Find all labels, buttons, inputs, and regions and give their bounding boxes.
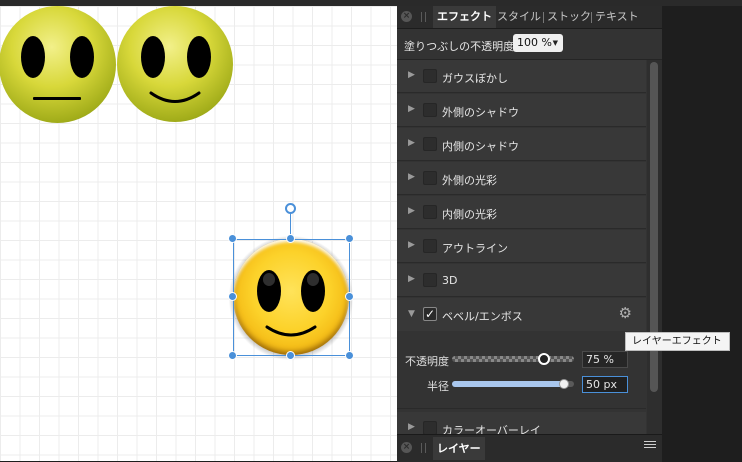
tab-effects[interactable]: エフェクト [433, 6, 496, 28]
resize-handle-top-left[interactable] [228, 234, 237, 243]
left-eye-shape [21, 36, 45, 78]
effect-row-gaussian-blur[interactable]: ▶ ガウスぼかし [397, 60, 646, 93]
fill-opacity-label: 塗りつぶしの不透明度: [404, 40, 518, 53]
fill-opacity-dropdown[interactable]: 100 % ▼ [513, 34, 563, 52]
effect-checkbox[interactable] [423, 69, 437, 83]
bevel-opacity-input[interactable]: 75 % [582, 351, 628, 368]
effect-label: ベベル/エンボス [442, 310, 523, 323]
tab-layers[interactable]: レイヤー [433, 437, 485, 460]
effect-label: ガウスぼかし [442, 72, 508, 85]
bevel-opacity-value: 75 % [586, 353, 614, 366]
close-icon[interactable]: × [401, 11, 412, 22]
bevel-radius-knob[interactable] [559, 379, 570, 389]
resize-handle-left[interactable] [228, 292, 237, 301]
effect-checkbox[interactable] [423, 421, 437, 434]
selection-bounding-box [233, 239, 350, 356]
gear-icon[interactable]: ⚙ [619, 304, 632, 322]
bevel-radius-input[interactable]: 50 px [582, 376, 628, 393]
right-dark-area [662, 6, 742, 461]
resize-handle-top-right[interactable] [345, 234, 354, 243]
resize-handle-right[interactable] [345, 292, 354, 301]
disclosure-triangle-icon[interactable]: ▶ [408, 422, 415, 432]
disclosure-triangle-icon[interactable]: ▶ [408, 138, 415, 148]
effect-row-inner-glow[interactable]: ▶ 内側の光彩 [397, 196, 646, 229]
panel-menu-icon[interactable] [644, 441, 656, 451]
mouth-line-shape [33, 97, 81, 100]
tab-text[interactable]: テキスト [591, 6, 643, 28]
tooltip: レイヤーエフェクト [625, 332, 730, 351]
neutral-face-object[interactable] [0, 6, 116, 123]
smile-face-object[interactable] [117, 6, 233, 122]
mouth-smile-shape [149, 91, 201, 103]
bevel-radius-value: 50 px [586, 378, 617, 391]
effects-panel: × エフェクト スタイル ストック テキスト 塗りつぶしの不透明度: 100 %… [397, 6, 662, 462]
disclosure-triangle-icon[interactable]: ▶ [408, 206, 415, 216]
effect-row-inner-shadow[interactable]: ▶ 内側のシャドウ [397, 128, 646, 161]
resize-handle-bottom-right[interactable] [345, 351, 354, 360]
effect-checkbox[interactable] [423, 103, 437, 117]
effect-checkbox[interactable]: ✓ [423, 307, 437, 321]
bevel-radius-slider[interactable] [452, 381, 574, 387]
bevel-opacity-label: 不透明度 [405, 355, 449, 368]
effect-label: カラーオーバーレイ [442, 424, 541, 434]
effect-row-outline[interactable]: ▶ アウトライン [397, 230, 646, 263]
panel-tab-bar: × エフェクト スタイル ストック テキスト [397, 6, 662, 29]
effect-checkbox[interactable] [423, 137, 437, 151]
effect-checkbox[interactable] [423, 205, 437, 219]
effect-row-outer-shadow[interactable]: ▶ 外側のシャドウ [397, 94, 646, 127]
grip-icon[interactable] [421, 12, 426, 22]
fill-opacity-value: 100 % [517, 36, 552, 49]
tab-stock[interactable]: ストック [543, 6, 595, 28]
resize-handle-top[interactable] [286, 234, 295, 243]
right-eye-shape [70, 36, 94, 78]
tab-styles[interactable]: スタイル [493, 6, 545, 28]
document-canvas[interactable] [0, 6, 397, 461]
bevel-opacity-fill [452, 356, 574, 362]
effect-label: アウトライン [442, 242, 508, 255]
effect-checkbox[interactable] [423, 273, 437, 287]
effects-scrollbar[interactable] [647, 60, 662, 434]
effect-checkbox[interactable] [423, 239, 437, 253]
grip-icon[interactable] [421, 443, 426, 453]
resize-handle-bottom-left[interactable] [228, 351, 237, 360]
disclosure-triangle-icon[interactable]: ▶ [408, 240, 415, 250]
effect-label: 外側の光彩 [442, 174, 497, 187]
bevel-radius-label: 半径 [427, 380, 449, 393]
bevel-opacity-knob[interactable] [537, 353, 550, 365]
bevel-settings: 不透明度 75 % 半径 50 px [397, 331, 646, 409]
effect-row-outer-glow[interactable]: ▶ 外側の光彩 [397, 162, 646, 195]
disclosure-triangle-icon[interactable]: ▶ [408, 70, 415, 80]
disclosure-triangle-icon[interactable]: ▶ [408, 274, 415, 284]
bevel-opacity-slider[interactable] [452, 356, 574, 362]
disclosure-triangle-icon[interactable]: ▼ [408, 309, 415, 319]
effect-label: 内側のシャドウ [442, 140, 519, 153]
effect-row-bevel-emboss[interactable]: ▼ ✓ ベベル/エンボス ⚙ [397, 298, 646, 331]
fill-opacity-row: 塗りつぶしの不透明度: 100 % ▼ [397, 29, 662, 60]
layers-panel-header: × レイヤー [397, 434, 662, 462]
effect-label: 内側の光彩 [442, 208, 497, 221]
resize-handle-bottom[interactable] [286, 351, 295, 360]
effect-label: 3D [442, 274, 458, 287]
effect-checkbox[interactable] [423, 171, 437, 185]
effect-row-color-overlay[interactable]: ▶ カラーオーバーレイ [397, 412, 646, 434]
close-icon[interactable]: × [401, 442, 412, 453]
effect-label: 外側のシャドウ [442, 106, 519, 119]
chevron-down-icon: ▼ [552, 39, 558, 47]
rotation-handle[interactable] [285, 203, 296, 214]
effects-list: ▶ ガウスぼかし ▶ 外側のシャドウ ▶ 内側のシャドウ ▶ 外側の光彩 ▶ 内… [397, 60, 646, 434]
bevel-radius-fill [452, 381, 565, 387]
effect-row-3d[interactable]: ▶ 3D [397, 264, 646, 297]
disclosure-triangle-icon[interactable]: ▶ [408, 104, 415, 114]
disclosure-triangle-icon[interactable]: ▶ [408, 172, 415, 182]
